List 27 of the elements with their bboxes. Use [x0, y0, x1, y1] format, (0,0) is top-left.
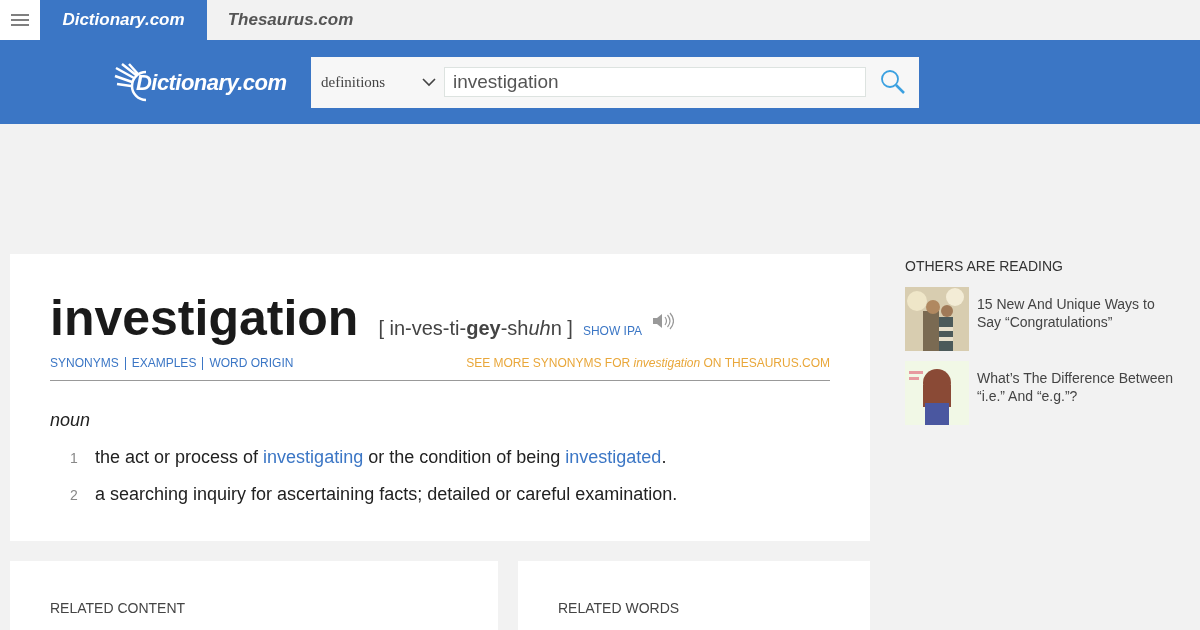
section-heading: RELATED WORDS — [558, 599, 681, 618]
word-link[interactable]: investigating — [263, 447, 364, 467]
word-link[interactable]: investigated — [565, 447, 662, 467]
section-heading: OTHERS ARE READING — [905, 257, 1064, 276]
definition-number: 2 — [69, 486, 79, 505]
show-ipa-link[interactable]: SHOW IPA — [582, 322, 643, 340]
article-link[interactable]: 15 New And Unique Ways to Say “Congratulations” — [977, 295, 1175, 343]
entry-link[interactable]: WORD ORIGIN — [202, 356, 294, 370]
pronunciation: [ in-ves-ti-gey-shuhn ] — [378, 316, 573, 341]
entry-link[interactable]: SYNONYMS — [50, 354, 119, 372]
definition-text: the act or process of investigating or the condition of being investigated. — [95, 446, 667, 469]
site-tab[interactable]: Dictionary.com — [40, 0, 207, 40]
search-icon — [879, 69, 906, 95]
part-of-speech: noun — [50, 409, 92, 432]
menu-icon — [11, 14, 29, 26]
section-heading: RELATED CONTENT — [50, 599, 187, 618]
definition-text: a searching inquiry for ascertaining facts; detailed or careful examination. — [95, 483, 678, 506]
site-logo[interactable]: Dictionary.com — [114, 62, 294, 102]
article-link[interactable]: What’s The Difference Between “i.e.” And “e.g.”? — [977, 369, 1175, 417]
menu-button[interactable] — [0, 0, 40, 40]
chevron-down-icon — [422, 77, 436, 87]
speaker-icon[interactable] — [652, 311, 675, 331]
headword: investigation — [50, 289, 359, 348]
search-field[interactable]: investigation — [444, 67, 866, 97]
definition-number: 1 — [69, 449, 79, 468]
entry-link[interactable]: EXAMPLES — [124, 356, 197, 370]
search-type-dropdown[interactable]: definitions — [311, 56, 444, 108]
